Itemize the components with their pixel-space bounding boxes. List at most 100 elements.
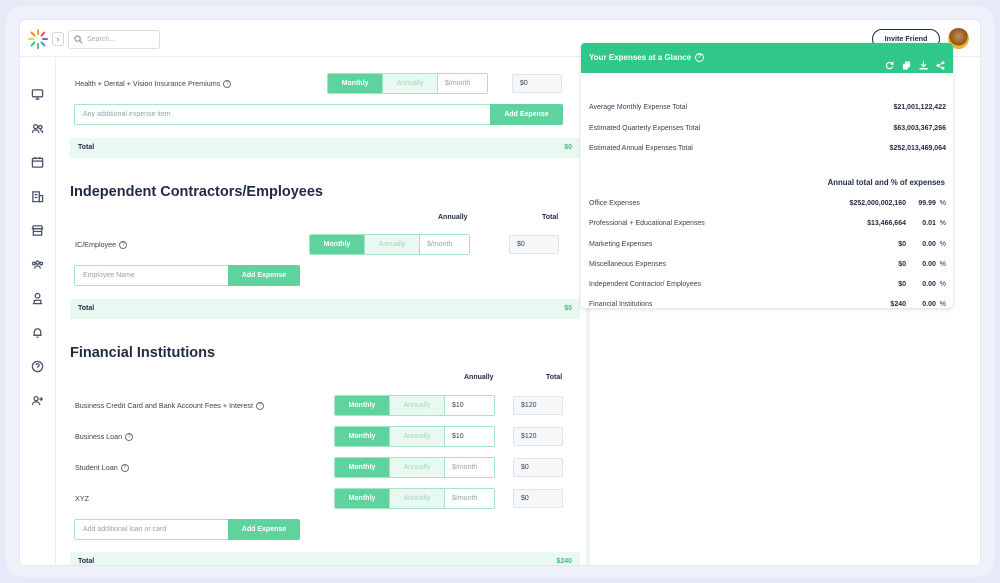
monthly-option[interactable]: Monthly [335,396,389,415]
ic-add-row: Employee Name Add Expense [74,265,300,286]
insurance-total-bar: Total $0 [70,138,580,158]
financial-row-label: Business Loan? [75,432,134,442]
card-toolbar [885,53,945,70]
summary-value: $21,001,122,422 [893,104,946,111]
financial-period-toggle: Monthly Annually $/month [334,488,495,509]
help-icon[interactable]: ? [695,53,705,63]
annually-column-header: Annually [464,374,494,381]
help-icon[interactable]: ? [223,80,232,89]
add-expense-button[interactable]: Add Expense [490,104,563,125]
logo-icon [28,29,48,49]
download-icon[interactable] [919,53,928,70]
percent-value: 0.00 [922,241,936,248]
expenses-glance-card: Your Expenses at a Glance? Average Month… [581,43,953,308]
row-label-text: Business Credit Card and Bank Account Fe… [75,401,253,410]
category-percent: 0.00 % [922,281,946,288]
category-row: Independent Contractor/ Employees $0 0.0… [589,281,946,288]
category-amount: $252,000,002,160 [849,200,906,207]
percent-sign: % [939,281,946,288]
monthly-option[interactable]: Monthly [335,458,389,477]
financial-period-toggle: Monthly Annually $10 [334,395,495,416]
ic-total-field: $0 [509,235,559,254]
help-icon[interactable]: ? [120,464,129,473]
bell-icon[interactable] [31,326,44,339]
percent-value: 0.01 [922,220,936,227]
total-value: $0 [564,305,572,312]
per-month-input[interactable]: $10 [444,427,494,446]
contractors-total-bar: Total $0 [70,299,580,319]
people-icon[interactable] [31,258,44,271]
help-icon[interactable] [31,360,44,373]
help-icon[interactable]: ? [256,402,264,411]
row-total-field: $120 [513,396,563,415]
annually-option[interactable]: Annually [389,427,444,446]
users-icon[interactable] [31,122,44,135]
summary-label: Estimated Quarterly Expenses Total [589,125,701,132]
category-percent: 99.99 % [918,200,946,207]
annually-option[interactable]: Annually [389,396,444,415]
category-percent: 0.00 % [922,261,946,268]
percent-value: 0.00 [922,261,936,268]
annually-option[interactable]: Annually [382,74,437,93]
add-user-icon[interactable] [31,394,44,407]
insurance-total-field: $0 [512,74,562,93]
sidebar-toggle-button[interactable]: › [52,32,64,46]
row-total-field: $0 [513,489,563,508]
summary-row: Estimated Quarterly Expenses Total $63,0… [589,125,946,132]
category-row: Miscellaneous Expenses $0 0.00 % [589,261,946,268]
ic-period-toggle: Monthly Annually $/month [309,234,470,255]
row-label-text: Business Loan [75,432,123,441]
per-month-input[interactable]: $/month [419,235,469,254]
per-month-input[interactable]: $/month [444,489,494,508]
category-label: Miscellaneous Expenses [589,261,667,268]
category-row: Financial Institutions $240 0.00 % [589,301,946,308]
per-month-input[interactable]: $/month [444,458,494,477]
financial-total-bar: Total $240 [70,552,580,565]
additional-loan-input[interactable]: Add additional loan or card [74,519,228,540]
help-icon[interactable]: ? [119,241,128,250]
financial-add-row: Add additional loan or card Add Expense [74,519,300,540]
percent-sign: % [939,200,946,207]
per-month-input[interactable]: $/month [437,74,487,93]
financial-row-label: Business Credit Card and Bank Account Fe… [75,401,264,411]
category-percent: 0.00 % [922,301,946,308]
annually-option[interactable]: Annually [364,235,419,254]
store-icon[interactable] [31,224,44,237]
category-label: Financial Institutions [589,301,653,308]
financial-row-label: Student Loan? [75,463,129,473]
total-column-header: Total [542,214,559,221]
per-month-input[interactable]: $10 [444,396,494,415]
category-label: Marketing Expenses [589,241,653,248]
employee-name-input[interactable]: Employee Name [74,265,228,286]
glance-card-header: Your Expenses at a Glance? [581,43,953,73]
ic-employee-row-label: IC/Employee? [75,240,128,250]
help-icon[interactable]: ? [125,433,134,442]
search-input[interactable] [87,36,157,43]
search-box[interactable] [68,30,160,49]
category-amount: $0 [898,281,906,288]
building-icon[interactable] [31,190,44,203]
financial-row-label: XYZ [75,494,89,503]
category-amount: $240 [890,301,906,308]
monthly-option[interactable]: Monthly [335,427,389,446]
bank-icon[interactable] [31,292,44,305]
add-expense-button[interactable]: Add Expense [228,519,300,540]
refresh-icon[interactable] [885,53,894,70]
annually-option[interactable]: Annually [389,489,444,508]
percent-sign: % [939,301,946,308]
monthly-option[interactable]: Monthly [335,489,389,508]
annually-option[interactable]: Annually [389,458,444,477]
share-icon[interactable] [936,53,945,70]
add-expense-button[interactable]: Add Expense [228,265,300,286]
additional-expense-input[interactable]: Any additional expense item [74,104,490,125]
calendar-icon[interactable] [31,156,44,169]
monitor-icon[interactable] [31,88,44,101]
insurance-add-row: Any additional expense item Add Expense [74,104,563,125]
summary-label: Estimated Annual Expenses Total [589,145,693,152]
monthly-option[interactable]: Monthly [328,74,382,93]
total-label: Total [78,144,95,151]
copy-icon[interactable] [902,53,911,70]
monthly-option[interactable]: Monthly [310,235,364,254]
row-label-text: Student Loan [75,463,118,472]
category-amount: $0 [898,261,906,268]
